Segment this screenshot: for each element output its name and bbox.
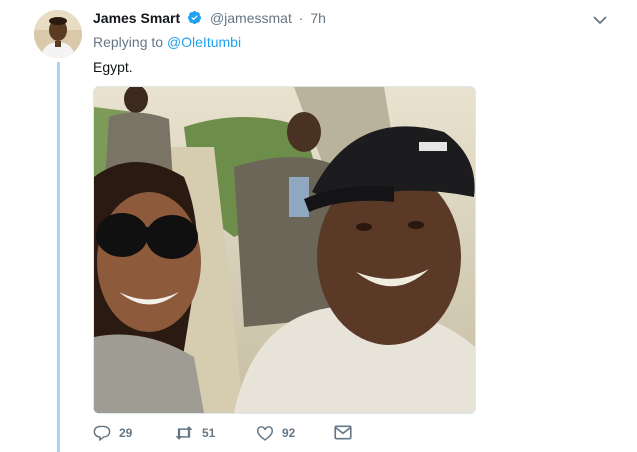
author-name[interactable]: James Smart (93, 10, 180, 26)
reply-icon[interactable] (93, 425, 111, 441)
tweet-timestamp[interactable]: 7h (310, 10, 326, 26)
retweet-action[interactable]: 51 (174, 425, 215, 441)
replying-to-line: Replying to @OleItumbi (93, 33, 241, 51)
tweet-header: James Smart @jamessmat · 7h (93, 9, 617, 29)
replying-prefix: Replying to (93, 34, 164, 50)
meta-separator: · (298, 10, 304, 26)
direct-message-action[interactable] (334, 425, 352, 440)
reply-action[interactable]: 29 (93, 425, 132, 441)
envelope-icon[interactable] (334, 425, 352, 440)
retweet-icon[interactable] (174, 425, 194, 441)
verified-badge-icon (187, 10, 202, 29)
author-avatar[interactable] (34, 10, 82, 58)
like-count: 92 (282, 426, 296, 440)
reply-count: 29 (119, 426, 133, 440)
retweet-count: 51 (202, 426, 216, 440)
tweet-text: Egypt. (93, 59, 133, 75)
replying-mention-link[interactable]: @OleItumbi (167, 34, 241, 50)
tweet-photo[interactable] (93, 86, 476, 414)
author-handle[interactable]: @jamessmat (210, 10, 292, 26)
chevron-down-icon[interactable] (593, 12, 607, 30)
like-action[interactable]: 92 (256, 425, 295, 441)
heart-icon[interactable] (256, 425, 274, 441)
thread-connector-line (57, 62, 60, 452)
